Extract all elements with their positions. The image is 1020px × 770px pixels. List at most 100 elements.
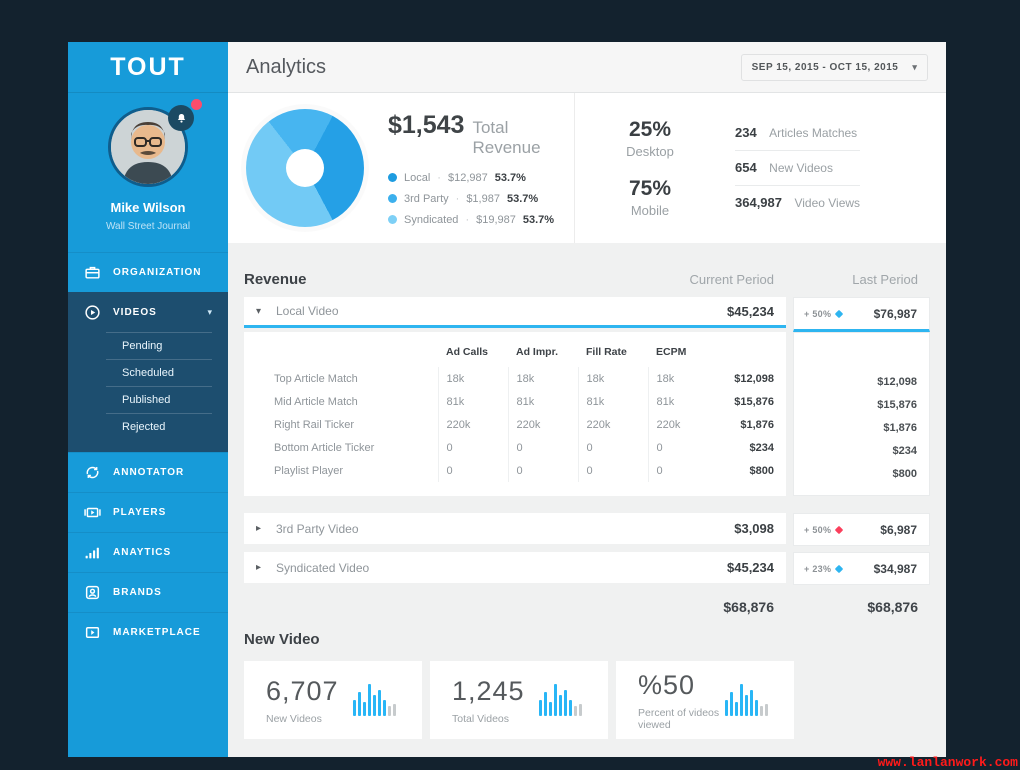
legend-item: 3rd Party · $1,987 53.7%	[388, 193, 574, 205]
sidebar-subitem-pending[interactable]: Pending	[106, 332, 212, 359]
syndicated-last-period: + 23% $34,987	[793, 552, 930, 585]
syndicated-current-value: $45,234	[727, 560, 774, 575]
chevron-down-icon: ▾	[912, 61, 918, 72]
sidebar: TOUT Mike Wilson Wall Street Journal ORG…	[68, 42, 228, 757]
table-row: Bottom Article Ticker 0 0 0 0 $234	[274, 436, 774, 459]
sidebar-subitem-published[interactable]: Published	[106, 386, 212, 413]
stat-articles-matches: 234 Articles Matches	[735, 125, 858, 140]
3rd-party-current-value: $3,098	[734, 521, 774, 536]
local-video-row[interactable]: ▾ Local Video $45,234	[244, 297, 786, 328]
detail-table-panel: Ad Calls Ad Impr. Fill Rate ECPM Top Art…	[244, 332, 786, 496]
3rd-party-video-row[interactable]: ▸ 3rd Party Video $3,098	[244, 513, 786, 544]
main-content: $1,543 Total Revenue Local · $12,987 53.…	[228, 93, 946, 757]
change-percent: + 23%	[804, 563, 832, 574]
sidebar-item-organization[interactable]: ORGANIZATION	[68, 252, 228, 292]
device-split: 25% Desktop 75% Mobile	[575, 118, 725, 218]
sparkline-chart	[725, 684, 768, 716]
syndicated-last-value: $34,987	[873, 561, 917, 576]
revenue-section-header: Revenue Current Period Last Period	[244, 261, 930, 297]
last-period-header: Last Period	[852, 271, 918, 287]
legend-dot-syndicated	[388, 215, 397, 224]
total-last-period: $68,876	[867, 599, 918, 615]
revenue-group-syndicated: ▸ Syndicated Video $45,234 + 23% $34,987	[244, 552, 930, 585]
overview-panel: $1,543 Total Revenue Local · $12,987 53.…	[228, 93, 946, 243]
3rd-party-last-period: + 50% $6,987	[793, 513, 930, 546]
last-period-value: $800	[892, 467, 917, 480]
sidebar-item-players[interactable]: PLAYERS	[68, 492, 228, 532]
sidebar-item-anaytics[interactable]: ANAYTICS	[68, 532, 228, 572]
total-revenue-value: $1,543	[388, 110, 465, 139]
legend-dot-3rd-party	[388, 194, 397, 203]
revenue-donut-chart	[246, 109, 364, 227]
local-video-current-value: $45,234	[727, 303, 774, 319]
revenue-title: Revenue	[244, 270, 307, 288]
notifications-button[interactable]	[168, 97, 204, 131]
sidebar-subitem-rejected[interactable]: Rejected	[106, 413, 212, 440]
page-title: Analytics	[246, 55, 327, 78]
outer-frame: TOUT Mike Wilson Wall Street Journal ORG…	[0, 0, 1020, 770]
trend-up-icon	[835, 564, 844, 573]
mobile-percent: 75%	[628, 177, 672, 200]
bell-icon	[177, 113, 185, 123]
last-period-value: $1,876	[883, 421, 917, 434]
chevron-down-icon: ▾	[256, 305, 262, 317]
table-row: Mid Article Match 81k 81k 81k 81k $15,87…	[274, 390, 774, 413]
legend-item: Syndicated · $19,987 53.7%	[388, 214, 574, 226]
loop-icon	[84, 464, 101, 481]
marketplace-icon	[84, 624, 101, 641]
person-badge-icon	[84, 584, 101, 601]
syndicated-video-row[interactable]: ▸ Syndicated Video $45,234	[244, 552, 786, 583]
tout-logo: TOUT	[110, 52, 186, 81]
card-new-videos: 6,707 New Videos	[244, 661, 422, 739]
card-percent-viewed: %50 Percent of videos viewed	[616, 661, 794, 739]
last-period-value: $12,098	[877, 375, 917, 388]
stat-new-videos: 654 New Videos	[735, 150, 861, 185]
stat-video-views: 364,987 Video Views	[735, 185, 861, 220]
total-revenue-label: Total Revenue	[472, 117, 541, 157]
sparkline-chart	[353, 684, 396, 716]
bar-chart-icon	[84, 544, 101, 561]
legend-item: Local · $12,987 53.7%	[388, 172, 574, 184]
trend-down-icon	[835, 525, 844, 534]
mobile-label: Mobile	[630, 203, 670, 218]
new-video-title: New Video	[244, 630, 320, 648]
sidebar-item-brands[interactable]: BRANDS	[68, 572, 228, 612]
stats-list: 234 Articles Matches 654 New Videos 364,…	[735, 116, 861, 220]
stats-overview: 25% Desktop 75% Mobile 234 Articles Matc…	[575, 93, 946, 243]
main-area: Analytics SEP 15, 2015 - OCT 15, 2015 ▾ …	[228, 42, 946, 757]
legend-dot-local	[388, 173, 397, 182]
sidebar-item-videos[interactable]: VIDEOS ▾	[68, 292, 228, 332]
user-organization: Wall Street Journal	[105, 221, 191, 232]
table-row: Right Rail Ticker 220k 220k 220k 220k $1…	[274, 413, 774, 436]
date-range-picker[interactable]: SEP 15, 2015 - OCT 15, 2015 ▾	[741, 53, 928, 81]
revenue-overview: $1,543 Total Revenue Local · $12,987 53.…	[228, 93, 575, 243]
table-row: Top Article Match 18k 18k 18k 18k $12,09…	[274, 367, 774, 390]
change-percent: + 50%	[804, 308, 832, 319]
sidebar-item-annotator[interactable]: ANNOTATOR	[68, 452, 228, 492]
last-period-value: $15,876	[877, 398, 917, 411]
chevron-right-icon: ▸	[256, 523, 262, 534]
date-range-label: SEP 15, 2015 - OCT 15, 2015	[751, 61, 899, 73]
sidebar-group-videos: VIDEOS ▾ Pending Scheduled Published Rej…	[68, 292, 228, 452]
new-video-cards: 6,707 New Videos 1,245 Total Videos %50 …	[244, 661, 930, 739]
sparkline-chart	[539, 684, 582, 716]
top-header: Analytics SEP 15, 2015 - OCT 15, 2015 ▾	[228, 42, 946, 93]
col-ecpm: ECPM	[656, 346, 687, 358]
card-total-videos: 1,245 Total Videos	[430, 661, 608, 739]
change-percent: + 50%	[804, 524, 832, 535]
notification-badge	[189, 97, 204, 112]
sidebar-subitem-scheduled[interactable]: Scheduled	[106, 359, 212, 386]
revenue-group-3rd-party: ▸ 3rd Party Video $3,098 + 50% $6,987	[244, 513, 930, 546]
3rd-party-last-value: $6,987	[880, 522, 917, 537]
local-video-last-period: + 50% $76,987	[793, 297, 930, 332]
revenue-group-local-video: ▾ Local Video $45,234 + 50% $76,987	[244, 297, 930, 332]
detail-last-period-panel: $12,098 $15,876 $1,876 $234 $800	[793, 332, 930, 496]
user-profile: Mike Wilson Wall Street Journal	[68, 93, 228, 252]
sidebar-item-marketplace[interactable]: MARKETPLACE	[68, 612, 228, 652]
logo-area[interactable]: TOUT	[68, 42, 228, 93]
revenue-section: Revenue Current Period Last Period ▾ Loc…	[228, 261, 946, 621]
trend-up-icon	[835, 309, 844, 318]
table-row: Playlist Player 0 0 0 0 $800	[274, 459, 774, 482]
user-name: Mike Wilson	[110, 200, 186, 215]
revenue-totals: $68,876 $68,876	[244, 593, 930, 621]
